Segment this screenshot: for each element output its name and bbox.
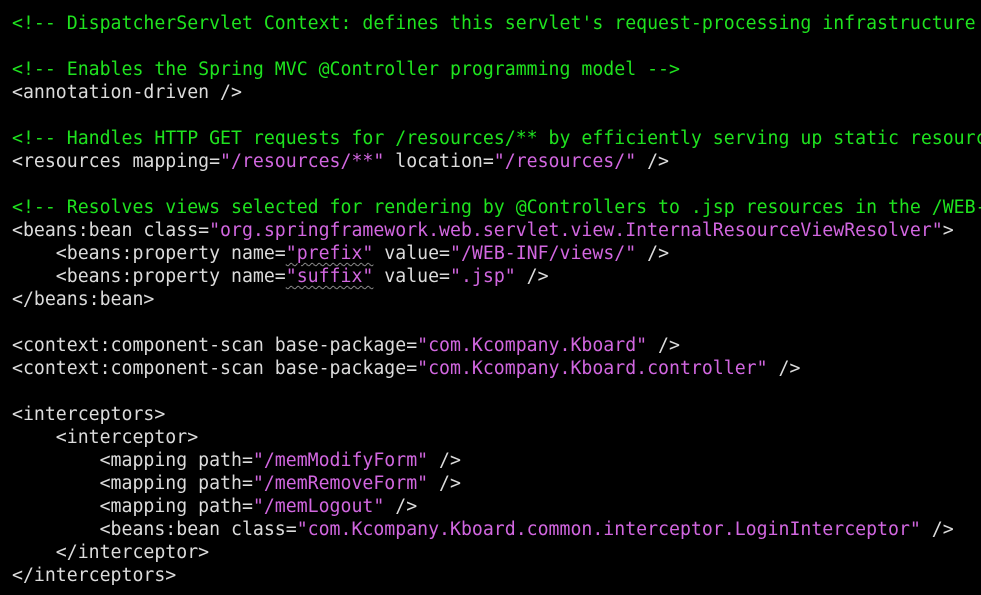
- code-token-comment: <!-- Resolves views selected for renderi…: [12, 197, 981, 218]
- code-line: </beans:bean>: [12, 288, 154, 311]
- code-token-comment: <!-- Enables the Spring MVC @Controller …: [12, 59, 680, 80]
- code-token-tag: value=: [373, 266, 451, 287]
- code-line: <context:component-scan base-package="co…: [12, 357, 800, 380]
- code-line: </interceptor>: [12, 541, 209, 564]
- code-token-string: "/memRemoveForm": [252, 473, 429, 494]
- code-token-tag: <context:component-scan base-package=: [12, 358, 418, 379]
- code-token-tag: <mapping path=: [12, 450, 253, 471]
- code-token-tag: <beans:property name=: [12, 243, 286, 264]
- code-token-tag: value=: [373, 243, 451, 264]
- code-token-tag: />: [636, 151, 670, 172]
- code-token-tag: />: [920, 519, 954, 540]
- code-line: <beans:bean class="org.springframework.w…: [12, 219, 954, 242]
- code-token-tag: <beans:bean class=: [12, 220, 210, 241]
- code-token-string: "com.Kcompany.Kboard.controller": [417, 358, 768, 379]
- code-token-string: "suffix": [285, 266, 374, 287]
- code-token-tag: <mapping path=: [12, 496, 253, 517]
- code-token-tag: <beans:property name=: [12, 266, 286, 287]
- code-line: <!-- Resolves views selected for renderi…: [12, 196, 981, 219]
- code-line: </interceptors>: [12, 564, 176, 587]
- code-token-tag: />: [384, 496, 418, 517]
- code-token-comment: <!-- DispatcherServlet Context: defines …: [12, 13, 981, 34]
- code-token-tag: </interceptors>: [12, 565, 177, 586]
- code-token-tag: </beans:bean>: [12, 289, 155, 310]
- code-token-string: ".jsp": [450, 266, 516, 287]
- code-line: <context:component-scan base-package="co…: [12, 334, 680, 357]
- code-token-tag: <annotation-driven />: [12, 82, 242, 103]
- code-token-string: "com.Kcompany.Kboard.common.interceptor.…: [296, 519, 921, 540]
- code-token-string: "/WEB-INF/views/": [450, 243, 637, 264]
- code-token-tag: location=: [384, 151, 494, 172]
- code-token-string: "/memModifyForm": [252, 450, 429, 471]
- code-line: <!-- Enables the Spring MVC @Controller …: [12, 58, 680, 81]
- code-line: <annotation-driven />: [12, 81, 242, 104]
- code-token-string: "com.Kcompany.Kboard": [417, 335, 648, 356]
- code-token-tag: <resources mapping=: [12, 151, 221, 172]
- code-token-string: "prefix": [285, 243, 374, 264]
- code-line: <beans:property name="prefix" value="/WE…: [12, 242, 669, 265]
- code-token-tag: <interceptor>: [12, 427, 199, 448]
- code-token-string: "/resources/": [493, 151, 637, 172]
- code-token-string: "/resources/**": [220, 151, 385, 172]
- code-line: <mapping path="/memModifyForm" />: [12, 449, 461, 472]
- code-token-tag: />: [428, 450, 461, 471]
- code-token-tag: />: [428, 473, 461, 494]
- code-line: <resources mapping="/resources/**" locat…: [12, 150, 669, 173]
- code-token-tag: >: [942, 220, 954, 241]
- code-token-tag: />: [636, 243, 670, 264]
- code-line: <beans:bean class="com.Kcompany.Kboard.c…: [12, 518, 954, 541]
- code-token-tag: </interceptor>: [12, 542, 210, 563]
- code-token-string: "org.springframework.web.servlet.view.In…: [209, 220, 943, 241]
- code-editor[interactable]: <!-- DispatcherServlet Context: defines …: [0, 0, 981, 595]
- code-token-tag: <mapping path=: [12, 473, 253, 494]
- code-line: <interceptor>: [12, 426, 198, 449]
- code-line: <beans:property name="suffix" value=".js…: [12, 265, 549, 288]
- code-token-tag: <interceptors>: [12, 404, 166, 425]
- code-token-comment: <!-- Handles HTTP GET requests for /reso…: [12, 128, 981, 149]
- code-token-tag: />: [515, 266, 549, 287]
- code-line: <mapping path="/memLogout" />: [12, 495, 418, 518]
- code-token-tag: />: [767, 358, 801, 379]
- code-token-tag: />: [647, 335, 680, 356]
- code-token-tag: <beans:bean class=: [12, 519, 297, 540]
- code-line: <!-- Handles HTTP GET requests for /reso…: [12, 127, 981, 150]
- code-token-tag: <context:component-scan base-package=: [12, 335, 418, 356]
- code-token-string: "/memLogout": [252, 496, 385, 517]
- code-line: <interceptors>: [12, 403, 165, 426]
- code-line: <!-- DispatcherServlet Context: defines …: [12, 12, 981, 35]
- code-line: <mapping path="/memRemoveForm" />: [12, 472, 461, 495]
